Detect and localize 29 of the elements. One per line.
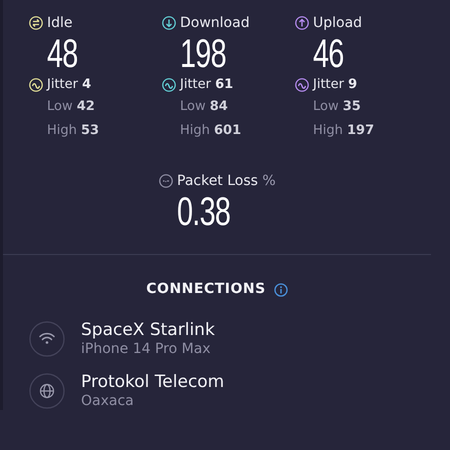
metric-value: 198 bbox=[180, 34, 226, 74]
metric-value: 0.38 bbox=[177, 192, 230, 232]
high-text: High 601 bbox=[180, 123, 242, 138]
wave-icon bbox=[29, 78, 43, 92]
section-title: CONNECTIONS bbox=[146, 280, 266, 299]
metric-value: 48 bbox=[47, 34, 78, 74]
metric-label: Download bbox=[180, 14, 250, 32]
metric-value: 46 bbox=[313, 34, 344, 74]
packet-loss-icon bbox=[159, 174, 173, 188]
jitter-text: Jitter 61 bbox=[180, 76, 234, 94]
high-text: High 197 bbox=[313, 123, 374, 138]
connection-name: Protokol Telecom bbox=[81, 372, 224, 392]
jitter-text: Jitter 9 bbox=[313, 76, 358, 94]
metric-label: Idle bbox=[47, 14, 73, 32]
low-text: Low 42 bbox=[47, 99, 95, 114]
wifi-icon bbox=[29, 321, 65, 357]
jitter-text: Jitter 4 bbox=[47, 76, 92, 94]
connection-detail: iPhone 14 Pro Max bbox=[81, 340, 212, 358]
metric-label: Upload bbox=[313, 14, 362, 32]
low-text: Low 84 bbox=[180, 99, 228, 114]
globe-icon bbox=[29, 373, 65, 409]
low-text: Low 35 bbox=[313, 99, 361, 114]
info-icon[interactable] bbox=[274, 282, 288, 296]
metric-label: Packet Loss % bbox=[177, 172, 276, 190]
high-text: High 53 bbox=[47, 123, 100, 138]
connection-detail: Oaxaca bbox=[81, 392, 135, 410]
wave-icon bbox=[295, 78, 309, 92]
connection-name: SpaceX Starlink bbox=[81, 320, 215, 340]
wave-icon bbox=[162, 78, 176, 92]
